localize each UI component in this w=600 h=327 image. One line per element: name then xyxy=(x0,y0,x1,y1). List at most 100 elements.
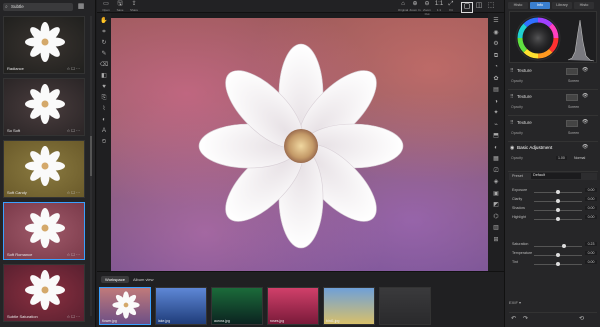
crop-tool-icon[interactable]: ⌗ xyxy=(99,28,109,37)
preset-favorite-icons[interactable]: ☆ ☐ ··· xyxy=(67,314,80,319)
preset-favorite-icons[interactable]: ☆ ☐ ··· xyxy=(67,66,80,71)
preset-select[interactable]: Default xyxy=(531,173,581,179)
texture-layer[interactable]: ⠿ Texture 👁 Opacity Screen xyxy=(508,66,598,90)
slider-value[interactable]: 0.00 xyxy=(585,206,597,210)
tab-histo[interactable]: Histo xyxy=(508,2,528,9)
rotate-tool-icon[interactable]: ↻ xyxy=(99,39,109,48)
preset-thumbnail[interactable]: So Soft ☆ ☐ ··· xyxy=(3,78,85,136)
tab-histo[interactable]: Histo xyxy=(574,2,594,9)
filter-icon[interactable]: ⚙ xyxy=(491,40,501,49)
filmstrip-thumbnail[interactable]: lake.jpg xyxy=(155,287,207,325)
search-input[interactable]: ⌕ Subtle xyxy=(3,3,73,11)
adjust-slider-exposure[interactable]: Exposure 0.00 xyxy=(509,188,597,196)
basic-adjustment-layer[interactable]: ◉ Basic Adjustment 👁 Opacity 1.00 Normal xyxy=(508,142,598,172)
zoom-out-button[interactable]: ⊖ Zoom Out xyxy=(421,1,433,16)
adjust-slider-clarity[interactable]: Clarity 0.00 xyxy=(509,197,597,205)
presets-scrollbar[interactable] xyxy=(90,16,92,316)
filmstrip-thumbnail[interactable] xyxy=(379,287,431,325)
preset-favorite-icons[interactable]: ☆ ☐ ··· xyxy=(67,128,80,133)
preset-thumbnail[interactable]: Soft Romance ☆ ☐ ··· xyxy=(3,202,85,260)
view-mode-button[interactable]: ▢ xyxy=(461,2,473,13)
1-1-button[interactable]: 1:1 1:1 xyxy=(433,1,445,12)
filter-icon[interactable]: ⊞ xyxy=(491,236,501,245)
layer-grip-icon[interactable]: ⠿ xyxy=(510,94,514,100)
slider-value[interactable]: 0.00 xyxy=(585,197,597,201)
filter-icon[interactable]: ◉ xyxy=(491,29,501,38)
visibility-eye-icon[interactable]: 👁 xyxy=(582,119,588,125)
layer-blend-mode[interactable]: Screen xyxy=(568,105,579,109)
fit-button[interactable]: ⤢ Fit xyxy=(445,1,457,12)
opacity-value[interactable]: 1.00 xyxy=(556,156,567,160)
slider-value[interactable]: 0.23 xyxy=(585,242,597,246)
redo-icon[interactable]: ↷ xyxy=(523,315,528,322)
texture-layer[interactable]: ⠿ Texture 👁 Opacity Screen xyxy=(508,92,598,116)
filter-icon[interactable]: ✿ xyxy=(491,75,501,84)
preset-favorite-icons[interactable]: ☆ ☐ ··· xyxy=(67,190,80,195)
heart-tool-icon[interactable]: ♥ xyxy=(99,83,109,92)
layer-grip-icon[interactable]: ⠿ xyxy=(510,120,514,126)
adjust-slider-tint[interactable]: Tint 0.00 xyxy=(509,260,597,268)
filter-icon[interactable]: ⎚ xyxy=(491,167,501,176)
preset-thumbnail[interactable]: Radiance ☆ ☐ ··· xyxy=(3,16,85,74)
slider-value[interactable]: 0.00 xyxy=(585,260,597,264)
filter-icon[interactable]: ◩ xyxy=(491,201,501,210)
filter-icon[interactable]: ▥ xyxy=(491,224,501,233)
text-tool-icon[interactable]: A xyxy=(99,127,109,136)
slider-knob[interactable] xyxy=(556,190,560,194)
save-button[interactable]: 🖫 Save xyxy=(114,1,126,12)
filter-icon[interactable]: ◔ xyxy=(491,63,501,72)
filmstrip-thumbnail[interactable]: roses.jpg xyxy=(267,287,319,325)
grid-view-icon[interactable]: ▦ xyxy=(77,3,85,11)
tab-album-view[interactable]: Album view xyxy=(129,276,157,283)
visibility-eye-icon[interactable]: 👁 xyxy=(582,144,588,150)
filter-icon[interactable]: ▣ xyxy=(491,190,501,199)
undo-icon[interactable]: ↶ xyxy=(511,315,516,322)
lasso-tool-icon[interactable]: ⌇ xyxy=(99,105,109,114)
slider-value[interactable]: 0.00 xyxy=(585,215,597,219)
filter-icon[interactable]: ◑ xyxy=(491,98,501,107)
adjust-slider-highlight[interactable]: Highlight 0.00 xyxy=(509,215,597,223)
image-canvas[interactable] xyxy=(111,18,488,271)
original-button[interactable]: ⌂ Original xyxy=(397,1,409,12)
share-button[interactable]: ⇪ Share xyxy=(128,1,140,12)
layer-blend-mode[interactable]: Screen xyxy=(568,131,579,135)
slider-value[interactable]: 0.00 xyxy=(585,188,597,192)
slider-value[interactable]: 0.00 xyxy=(585,251,597,255)
filter-icon[interactable]: ▦ xyxy=(491,155,501,164)
slider-knob[interactable] xyxy=(556,208,560,212)
adjust-slider-shadow[interactable]: Shadow 0.00 xyxy=(509,206,597,214)
layer-blend-mode[interactable]: Screen xyxy=(568,79,579,83)
filter-icon[interactable]: ⬒ xyxy=(491,132,501,141)
brush-tool-icon[interactable]: ✎ xyxy=(99,50,109,59)
reset-icon[interactable]: ⟲ xyxy=(579,315,584,322)
preset-favorite-icons[interactable]: ☆ ☐ ··· xyxy=(67,252,80,257)
exif-toggle[interactable]: EXIF ▾ xyxy=(509,300,521,305)
preset-thumbnail[interactable]: Subtle Saturation ☆ ☐ ··· xyxy=(3,264,85,322)
filter-icon[interactable]: ☰ xyxy=(491,17,501,26)
eraser-tool-icon[interactable]: ⌫ xyxy=(99,61,109,70)
filmstrip-thumbnail[interactable]: aurora.jpg xyxy=(211,287,263,325)
adjust-slider-temperature[interactable]: Temperature 0.00 xyxy=(509,251,597,259)
preset-thumbnail[interactable]: Soft Candy ☆ ☐ ··· xyxy=(3,140,85,198)
open-button[interactable]: ▭ Open xyxy=(100,1,112,12)
filter-icon[interactable]: ✦ xyxy=(491,109,501,118)
filter-icon[interactable]: ⌬ xyxy=(491,213,501,222)
filter-icon[interactable]: ◐ xyxy=(491,144,501,153)
filter-icon[interactable]: ⌁ xyxy=(491,121,501,130)
tab-library[interactable]: Library xyxy=(552,2,572,9)
slider-knob[interactable] xyxy=(556,262,560,266)
filter-icon[interactable]: ▤ xyxy=(491,86,501,95)
clone-tool-icon[interactable]: ⎘ xyxy=(99,94,109,103)
view-mode-button[interactable]: ⬚ xyxy=(485,2,497,13)
adjust-slider-saturation[interactable]: Saturation 0.23 xyxy=(509,242,597,250)
gradient-tool-icon[interactable]: ◧ xyxy=(99,72,109,81)
tab-info[interactable]: Info xyxy=(530,2,550,9)
slider-track[interactable] xyxy=(534,246,582,247)
filter-icon[interactable]: ◈ xyxy=(491,178,501,187)
hand-tool-icon[interactable]: ✋ xyxy=(99,17,109,26)
blend-mode-select[interactable]: Normal xyxy=(574,156,585,160)
slider-knob[interactable] xyxy=(561,244,566,248)
view-mode-button[interactable]: ◫ xyxy=(473,2,485,13)
layer-grip-icon[interactable]: ⠿ xyxy=(510,68,514,74)
texture-layer[interactable]: ⠿ Texture 👁 Opacity Screen xyxy=(508,118,598,142)
